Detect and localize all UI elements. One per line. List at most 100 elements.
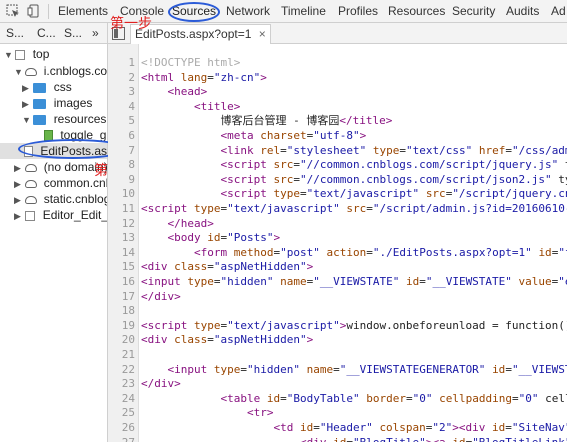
code-line: <script src="//common.cnblogs.com/script…	[220, 172, 567, 186]
collapse-arrow-icon: ▶	[22, 83, 29, 93]
code-line: <table id="BodyTable" border="0" cellpad…	[220, 391, 567, 405]
line-number[interactable]: 9	[108, 173, 135, 186]
tree-node-folder[interactable]: ▶ css	[22, 79, 72, 95]
code-line: <script src="//common.cnblogs.com/script…	[220, 158, 567, 172]
frame-icon	[15, 49, 26, 60]
cloud-icon	[25, 195, 38, 204]
line-number[interactable]: 1	[108, 56, 135, 69]
code-line: <!DOCTYPE html>	[141, 56, 241, 69]
code-line: </div>	[141, 289, 181, 303]
code-line: <tr>	[246, 406, 274, 420]
line-number[interactable]: 15	[108, 260, 135, 273]
cloud-icon	[25, 163, 38, 172]
tree-label: top	[32, 47, 50, 61]
tree-node-folder[interactable]: ▼ resources	[22, 111, 106, 127]
tab-security[interactable]: Security	[452, 4, 495, 18]
code-line: <body id="Posts">	[167, 231, 281, 245]
tab-resources[interactable]: Resources	[388, 4, 445, 18]
collapse-arrow-icon: ▶	[14, 211, 21, 221]
tree-node-domain[interactable]: ▶ static.cnblog	[14, 191, 107, 207]
line-number[interactable]: 24	[108, 392, 135, 405]
line-number[interactable]: 21	[108, 348, 135, 361]
code-line: <div id="BlogTitle"><a id="BlogTitleLink…	[141, 436, 567, 442]
line-number[interactable]: 25	[108, 406, 135, 419]
line-number[interactable]: 10	[108, 187, 135, 200]
code-line: <form method="post" action="./EditPosts.…	[193, 245, 567, 259]
sources-subbar: S... C... S... »	[0, 23, 567, 44]
code-line: 博客后台管理 - 博客园</title>	[141, 114, 393, 128]
file-tab-label: EditPosts.aspx?opt=1	[135, 27, 252, 41]
step1-annotation: 第一步	[110, 16, 152, 32]
line-number[interactable]: 13	[108, 231, 135, 244]
more-tabs-button[interactable]: »	[92, 26, 99, 40]
expand-arrow-icon: ▼	[4, 50, 13, 60]
line-number[interactable]: 23	[108, 377, 135, 390]
line-number[interactable]: 27	[108, 436, 135, 442]
tab-timeline[interactable]: Timeline	[281, 4, 326, 18]
tree-label: Editor_Edit_E	[42, 208, 107, 222]
code-line: <head>	[167, 85, 208, 99]
code-line: <title>	[193, 99, 241, 113]
close-tab-icon[interactable]: ×	[259, 27, 266, 41]
tab-profiles[interactable]: Profiles	[338, 4, 378, 18]
expand-arrow-icon: ▼	[22, 115, 31, 125]
line-number[interactable]: 2	[108, 71, 135, 84]
collapse-arrow-icon: ▶	[14, 179, 21, 189]
code-line: <td id="Header" colspan="2"><div id="Sit…	[273, 421, 567, 434]
collapse-arrow-icon: ▶	[14, 195, 21, 205]
subtab-sources[interactable]: S...	[6, 26, 24, 40]
tab-audits[interactable]: Audits	[506, 4, 539, 18]
line-number[interactable]: 7	[108, 144, 135, 157]
tree-label: images	[53, 96, 93, 110]
line-number[interactable]: 26	[108, 421, 135, 434]
tree-label: css	[53, 80, 72, 94]
line-number[interactable]: 11	[108, 202, 135, 215]
line-number[interactable]: 5	[108, 114, 135, 127]
line-number[interactable]: 18	[108, 304, 135, 317]
line-number[interactable]: 19	[108, 319, 135, 332]
inspect-element-icon[interactable]	[6, 4, 20, 18]
subtab-content-scripts[interactable]: C...	[37, 26, 56, 40]
line-number[interactable]: 3	[108, 85, 135, 98]
tree-node-top[interactable]: ▼ top	[4, 46, 49, 62]
cloud-icon	[25, 179, 38, 188]
cloud-icon	[25, 67, 38, 76]
toolbar-separator	[48, 4, 49, 19]
code-line: </div>	[141, 377, 181, 391]
line-number[interactable]: 17	[108, 290, 135, 303]
code-line: <script type="text/javascript" src="/scr…	[141, 202, 567, 215]
tree-node-domain[interactable]: ▼ i.cnblogs.com	[14, 63, 107, 79]
tab-adblock[interactable]: Ad	[551, 4, 566, 18]
sources-highlight-circle	[168, 2, 220, 22]
line-number[interactable]: 8	[108, 158, 135, 171]
file-navigator: ▼ top ▼ i.cnblogs.com ▶ css ▶ images ▼ r…	[0, 44, 107, 442]
tab-elements[interactable]: Elements	[58, 4, 108, 18]
line-number[interactable]: 22	[108, 363, 135, 376]
devtools-toolbar: Elements Console Sources Network Timelin…	[0, 0, 567, 23]
tab-network[interactable]: Network	[226, 4, 270, 18]
code-line: </head>	[167, 216, 214, 230]
tree-node-folder[interactable]: ▶ images	[22, 95, 92, 111]
line-number[interactable]: 14	[108, 246, 135, 259]
device-mode-icon[interactable]	[27, 4, 41, 18]
line-number[interactable]: 6	[108, 129, 135, 142]
line-number[interactable]: 20	[108, 333, 135, 346]
code-line: <div class="aspNetHidden">	[141, 333, 314, 347]
line-number[interactable]: 16	[108, 275, 135, 288]
line-number[interactable]: 12	[108, 217, 135, 230]
tree-node-frame[interactable]: ▶ Editor_Edit_E	[14, 207, 107, 223]
folder-icon	[33, 98, 47, 109]
code-line: <input type="hidden" name="__VIEWSTATEGE…	[167, 362, 567, 376]
collapse-arrow-icon: ▶	[22, 99, 29, 109]
subtab-snippets[interactable]: S...	[64, 26, 82, 40]
folder-icon	[33, 82, 47, 93]
tree-label: resources	[53, 112, 107, 126]
collapse-arrow-icon: ▶	[14, 163, 21, 173]
code-line: <script type="text/javascript" src="/scr…	[220, 187, 567, 201]
code-line: <input type="hidden" name="__VIEWSTATE" …	[141, 275, 567, 288]
line-number[interactable]: 4	[108, 100, 135, 113]
source-editor[interactable]: 1 <!DOCTYPE html> 2 <html lang="zh-cn"> 3 <h…	[108, 44, 567, 442]
expand-arrow-icon: ▼	[14, 67, 23, 77]
folder-icon	[33, 114, 47, 125]
tree-label: i.cnblogs.com	[43, 64, 107, 78]
